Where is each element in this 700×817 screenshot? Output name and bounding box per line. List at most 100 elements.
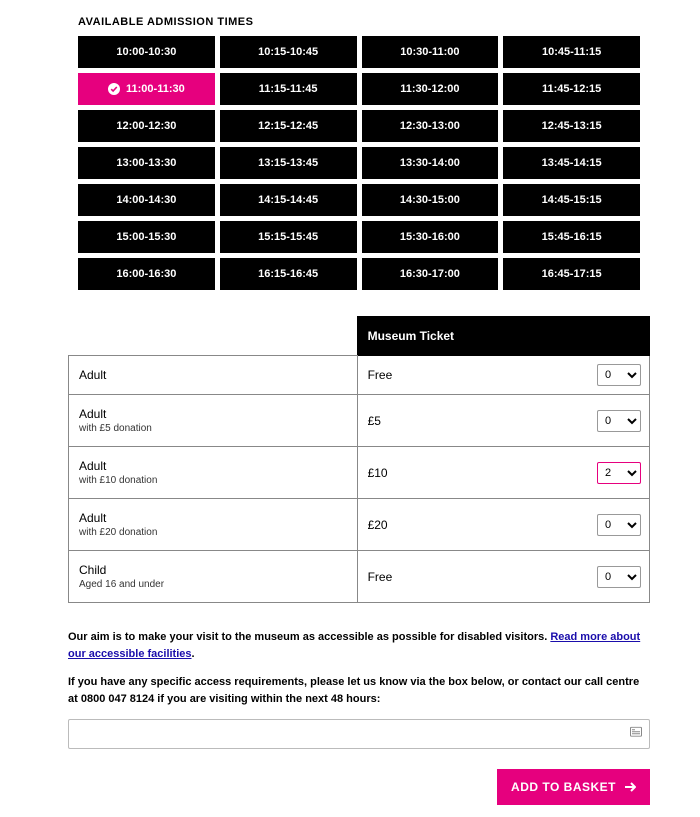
- ticket-price-cell: £20 0123456789: [357, 499, 649, 551]
- quantity-select[interactable]: 0123456789: [597, 364, 641, 386]
- quantity-select[interactable]: 0123456789: [597, 566, 641, 588]
- time-slot[interactable]: 14:15-14:45: [220, 184, 357, 216]
- ticket-row: Adult with £20 donation £20 0123456789: [69, 499, 650, 551]
- time-slot[interactable]: 12:00-12:30: [78, 110, 215, 142]
- time-slot[interactable]: 10:30-11:00: [362, 36, 499, 68]
- ticket-price-cell: £10 0123456789: [357, 447, 649, 499]
- time-slot[interactable]: 15:15-15:45: [220, 221, 357, 253]
- accessibility-para1: Our aim is to make your visit to the mus…: [68, 629, 650, 662]
- section-title: AVAILABLE ADMISSION TIMES: [78, 16, 650, 28]
- ticket-price-cell: £5 0123456789: [357, 395, 649, 447]
- accessibility-info: Our aim is to make your visit to the mus…: [68, 629, 650, 749]
- time-slot-label: 11:30-12:00: [400, 83, 459, 95]
- time-slot[interactable]: 16:15-16:45: [220, 258, 357, 290]
- time-slot-label: 15:30-16:00: [400, 231, 460, 243]
- accessibility-para2: If you have any specific access requirem…: [68, 674, 650, 707]
- ticket-subtext: Aged 16 and under: [79, 579, 347, 590]
- time-slot-label: 16:30-17:00: [400, 268, 460, 280]
- ticket-name: Adult: [79, 407, 106, 421]
- time-slot[interactable]: 12:30-13:00: [362, 110, 499, 142]
- ticket-row: Adult Free 0123456789: [69, 356, 650, 395]
- ticket-price-cell: Free0123456789: [357, 551, 649, 603]
- ticket-subtext: with £20 donation: [79, 527, 347, 538]
- time-slot[interactable]: 12:45-13:15: [503, 110, 640, 142]
- add-to-basket-label: ADD TO BASKET: [511, 780, 616, 794]
- time-slot-label: 13:15-13:45: [258, 157, 318, 169]
- add-to-basket-button[interactable]: ADD TO BASKET: [497, 769, 650, 805]
- ticket-row: Adult with £5 donation £5 0123456789: [69, 395, 650, 447]
- time-slot[interactable]: 15:45-16:15: [503, 221, 640, 253]
- time-slot[interactable]: 10:00-10:30: [78, 36, 215, 68]
- time-slot[interactable]: 10:15-10:45: [220, 36, 357, 68]
- ticket-name-cell: Adult with £10 donation: [69, 447, 358, 499]
- time-slot-label: 14:15-14:45: [258, 194, 318, 206]
- para1-text-a: Our aim is to make your visit to the mus…: [68, 631, 550, 643]
- ticket-name: Adult: [79, 511, 106, 525]
- time-slot-label: 16:45-17:15: [542, 268, 602, 280]
- time-slot[interactable]: 12:15-12:45: [220, 110, 357, 142]
- ticket-header-empty: [69, 317, 358, 356]
- time-slot-label: 14:00-14:30: [116, 194, 176, 206]
- time-slot-label: 11:45-12:15: [542, 83, 601, 95]
- ticket-price: £20: [368, 518, 388, 532]
- time-slot[interactable]: 15:30-16:00: [362, 221, 499, 253]
- time-slot-label: 12:30-13:00: [400, 120, 460, 132]
- para1-text-b: .: [192, 648, 195, 660]
- time-slot-label: 12:15-12:45: [258, 120, 318, 132]
- time-slot[interactable]: 16:00-16:30: [78, 258, 215, 290]
- time-slot[interactable]: 13:00-13:30: [78, 147, 215, 179]
- ticket-price: £10: [368, 466, 388, 480]
- access-requirements-input[interactable]: [68, 719, 650, 749]
- time-slot-label: 13:45-14:15: [542, 157, 602, 169]
- ticket-name-cell: Adult with £5 donation: [69, 395, 358, 447]
- time-slot[interactable]: 15:00-15:30: [78, 221, 215, 253]
- ticket-name-cell: ChildAged 16 and under: [69, 551, 358, 603]
- time-slot-label: 13:30-14:00: [400, 157, 460, 169]
- time-slot[interactable]: 11:45-12:15: [503, 73, 640, 105]
- ticket-row: ChildAged 16 and underFree0123456789: [69, 551, 650, 603]
- time-slot[interactable]: 13:45-14:15: [503, 147, 640, 179]
- time-slot[interactable]: 14:30-15:00: [362, 184, 499, 216]
- time-slot-label: 13:00-13:30: [116, 157, 176, 169]
- time-slot-label: 10:00-10:30: [116, 46, 176, 58]
- input-card-icon: [630, 726, 642, 743]
- ticket-name-cell: Adult: [69, 356, 358, 395]
- ticket-name: Adult: [79, 459, 106, 473]
- quantity-select[interactable]: 0123456789: [597, 410, 641, 432]
- time-slot[interactable]: 16:45-17:15: [503, 258, 640, 290]
- ticket-subtext: with £5 donation: [79, 423, 347, 434]
- time-slot-label: 10:45-11:15: [542, 46, 601, 58]
- ticket-price: £5: [368, 414, 381, 428]
- time-slot[interactable]: 11:00-11:30: [78, 73, 215, 105]
- time-slot-label: 14:30-15:00: [400, 194, 460, 206]
- ticket-name-cell: Adult with £20 donation: [69, 499, 358, 551]
- time-slot-label: 14:45-15:15: [542, 194, 602, 206]
- access-input-wrap: [68, 719, 650, 749]
- time-slot-label: 15:00-15:30: [116, 231, 176, 243]
- time-slot-label: 16:00-16:30: [116, 268, 176, 280]
- footer-actions: ADD TO BASKET: [68, 769, 650, 805]
- ticket-table: Museum Ticket AdultFree0123456789Adultwi…: [68, 316, 650, 603]
- time-slot[interactable]: 13:30-14:00: [362, 147, 499, 179]
- ticket-subtext: with £10 donation: [79, 475, 347, 486]
- ticket-price-cell: Free 0123456789: [357, 356, 649, 395]
- time-slot[interactable]: 10:45-11:15: [503, 36, 640, 68]
- quantity-select[interactable]: 0123456789: [597, 514, 641, 536]
- time-slot[interactable]: 14:45-15:15: [503, 184, 640, 216]
- time-slot[interactable]: 13:15-13:45: [220, 147, 357, 179]
- time-slot[interactable]: 16:30-17:00: [362, 258, 499, 290]
- time-slot[interactable]: 11:15-11:45: [220, 73, 357, 105]
- time-slot-label: 10:30-11:00: [400, 46, 459, 58]
- ticket-price: Free: [368, 368, 393, 382]
- quantity-select[interactable]: 0123456789: [597, 462, 641, 484]
- time-slot-label: 15:15-15:45: [258, 231, 318, 243]
- time-slot-grid: 10:00-10:30 10:15-10:45 10:30-11:00 10:45-1…: [78, 36, 640, 290]
- time-slot-label: 11:00-11:30: [126, 83, 185, 95]
- check-circle-icon: [108, 83, 120, 95]
- time-slot-label: 10:15-10:45: [258, 46, 318, 58]
- time-slot-label: 12:45-13:15: [542, 120, 602, 132]
- time-slot-label: 12:00-12:30: [116, 120, 176, 132]
- time-slot[interactable]: 11:30-12:00: [362, 73, 499, 105]
- ticket-row: Adult with £10 donation £10 0123456789: [69, 447, 650, 499]
- time-slot[interactable]: 14:00-14:30: [78, 184, 215, 216]
